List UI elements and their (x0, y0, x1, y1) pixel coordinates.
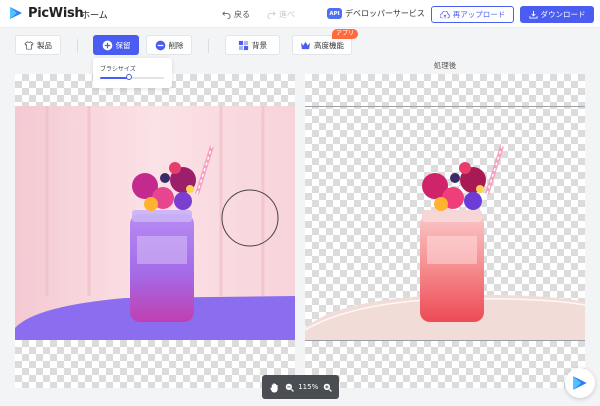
brush-size-slider[interactable] (100, 74, 164, 80)
brush-cursor (221, 189, 279, 247)
result-panel-title: 処理後 (433, 61, 457, 70)
app-badge: アプリ (332, 29, 359, 39)
brush-size-handle[interactable] (125, 74, 132, 80)
download-icon (528, 10, 538, 19)
hand-icon[interactable] (269, 382, 280, 393)
shirt-icon (24, 40, 34, 50)
edit-toolbar: 製品 保留 削除 背景 高度機能 アプリ (0, 29, 600, 61)
download-button[interactable]: ダウンロード (520, 6, 594, 23)
brush-size-fill (100, 77, 129, 79)
plus-circle-icon (102, 40, 112, 50)
cloud-upload-icon (439, 10, 450, 18)
app-name: PicWish (28, 5, 84, 21)
keep-brush-button[interactable]: 保留 (93, 35, 139, 55)
result-canvas[interactable] (305, 74, 585, 388)
undo-icon (222, 11, 231, 19)
zoom-out-icon[interactable] (285, 383, 294, 392)
erase-brush-button[interactable]: 削除 (146, 35, 192, 55)
brush-size-label: ブラシサイズ (100, 66, 136, 73)
nav-home-link[interactable]: ホーム (81, 8, 108, 21)
developer-service-link[interactable]: API デベロッパーサービス (327, 8, 425, 19)
crown-icon (301, 41, 310, 49)
redo-label: 進べ (279, 10, 295, 19)
zoom-controls: 115% (262, 375, 339, 399)
picwish-assistant-icon (573, 376, 587, 390)
background-grid-icon (238, 40, 249, 50)
result-photo (305, 145, 585, 340)
toolbar-divider (77, 39, 78, 53)
picwish-logo-icon (10, 7, 22, 19)
developer-service-label: デベロッパーサービス (345, 9, 425, 18)
zoom-in-icon[interactable] (323, 383, 332, 392)
brush-size-popover: ブラシサイズ (93, 58, 172, 88)
image-bottom-edge (305, 340, 585, 341)
keep-label: 保留 (115, 40, 131, 50)
redo-button[interactable]: 進べ (267, 9, 295, 20)
zoom-level: 115% (298, 383, 319, 391)
reupload-label: 再アップロード (452, 10, 506, 19)
product-label: 製品 (37, 40, 52, 50)
advanced-label: 高度機能 (314, 40, 344, 50)
background-label: 背景 (252, 40, 267, 50)
product-button[interactable]: 製品 (15, 35, 61, 55)
erase-label: 削除 (168, 40, 184, 50)
top-bar: PicWish ホーム 戻る 進べ API デベロッパーサービス 再アップロード… (0, 0, 600, 28)
undo-button[interactable]: 戻る (222, 9, 250, 20)
app-logo[interactable]: PicWish (8, 5, 84, 21)
undo-label: 戻る (234, 10, 250, 19)
background-button[interactable]: 背景 (225, 35, 280, 55)
reupload-button[interactable]: 再アップロード (431, 6, 514, 23)
redo-icon (267, 11, 276, 19)
edit-canvas[interactable] (15, 74, 295, 388)
assistant-button[interactable] (565, 368, 595, 398)
toolbar-divider (208, 39, 209, 53)
api-badge: API (327, 8, 342, 19)
download-label: ダウンロード (540, 10, 586, 19)
minus-circle-icon (155, 40, 165, 50)
